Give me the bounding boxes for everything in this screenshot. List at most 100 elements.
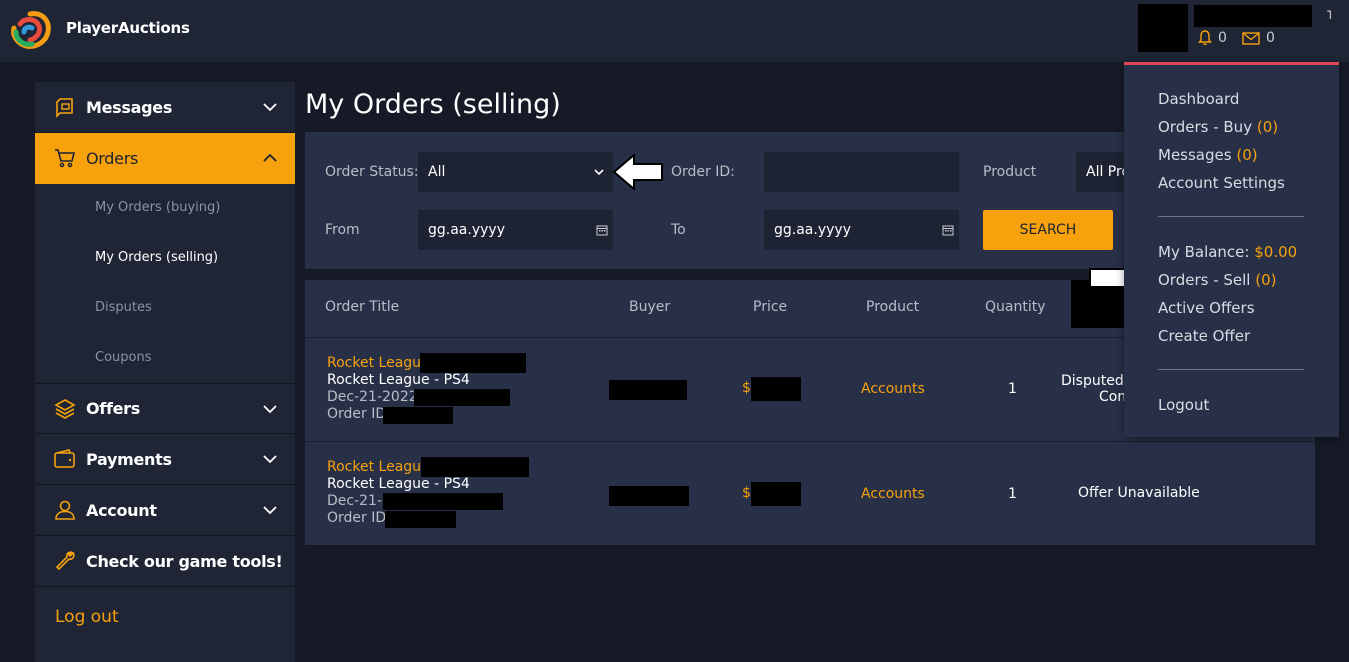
product-value: All Pro [1086, 164, 1124, 180]
to-date-input[interactable]: gg.aa.yyyy [764, 210, 959, 250]
mail-icon [1242, 31, 1260, 45]
to-label: To [671, 222, 686, 238]
column-header-quantity: Quantity [985, 299, 1046, 315]
price-prefix: $ [742, 485, 751, 501]
menu-caret-icon[interactable]: ˥ [1326, 8, 1332, 22]
menu-divider [1158, 216, 1304, 217]
menu-item-messages[interactable]: Messages (0) [1158, 146, 1258, 164]
sidebar-item-offers[interactable]: Offers [35, 383, 295, 434]
notification-count: 0 [1218, 30, 1227, 46]
username[interactable] [1194, 5, 1312, 27]
orders-sell-count: (0) [1255, 271, 1277, 289]
order-subtitle: Rocket League - PS4 [327, 372, 470, 388]
sidebar-item-label: Check our game tools! [86, 551, 283, 571]
product-select[interactable]: All Pro [1076, 152, 1124, 192]
calendar-icon[interactable] [942, 224, 954, 236]
cart-icon [55, 149, 76, 168]
menu-item-logout[interactable]: Logout [1158, 396, 1209, 414]
sidebar-subitem-coupons[interactable]: Coupons [95, 350, 152, 365]
search-button[interactable]: SEARCH [983, 210, 1113, 250]
bell-icon [1198, 30, 1212, 46]
redacted-order-id [385, 511, 456, 528]
order-title-link[interactable]: Rocket League [327, 459, 430, 476]
sidebar-subitem-my-orders-buying[interactable]: My Orders (buying) [95, 200, 220, 215]
user-icon [55, 500, 75, 520]
brand-logo-icon[interactable] [10, 10, 52, 50]
column-header-order-title: Order Title [325, 299, 400, 315]
sidebar-item-game-tools[interactable]: Check our game tools! [35, 536, 295, 587]
sidebar-logout-link[interactable]: Log out [55, 607, 119, 627]
from-date-input[interactable]: gg.aa.yyyy [418, 210, 613, 250]
menu-item-dashboard[interactable]: Dashboard [1158, 90, 1239, 108]
chevron-down-icon [263, 103, 277, 112]
chevron-down-icon [594, 169, 604, 176]
calendar-icon[interactable] [596, 224, 608, 236]
sidebar: Messages Orders My Orders (buying) My Or… [35, 82, 295, 662]
column-header-product: Product [866, 299, 920, 315]
order-date: Dec-21- [327, 493, 383, 509]
column-header-buyer: Buyer [629, 299, 671, 315]
from-date-value: gg.aa.yyyy [428, 222, 505, 238]
order-status-value: All [428, 164, 446, 180]
avatar[interactable] [1138, 4, 1188, 52]
table-row: Rocket League Rocket League - PS4 Dec-21… [305, 441, 1315, 544]
page-title: My Orders (selling) [305, 89, 561, 120]
balance-value: $0.00 [1254, 243, 1298, 261]
user-menu-dropdown: Dashboard Orders - Buy (0) Messages (0) … [1124, 62, 1339, 437]
order-id-label: Order ID: [671, 164, 735, 180]
sidebar-item-payments[interactable]: Payments [35, 434, 295, 485]
sidebar-item-orders[interactable]: Orders [35, 133, 295, 184]
order-subtitle: Rocket League - PS4 [327, 476, 470, 492]
sidebar-item-label: Payments [86, 449, 172, 469]
menu-item-balance[interactable]: My Balance: $0.00 [1158, 243, 1297, 261]
product-link[interactable]: Accounts [861, 381, 925, 397]
menu-item-orders-sell[interactable]: Orders - Sell (0) [1158, 271, 1277, 289]
top-bar: PlayerAuctions ˥ 0 0 [0, 0, 1349, 62]
menu-item-label: Messages [1158, 146, 1232, 164]
layers-icon [54, 399, 76, 419]
redacted-title [420, 353, 526, 373]
order-id-input[interactable] [764, 152, 959, 192]
to-date-value: gg.aa.yyyy [774, 222, 851, 238]
chevron-down-icon [263, 506, 277, 515]
sidebar-item-messages[interactable]: Messages [35, 82, 295, 133]
menu-item-account-settings[interactable]: Account Settings [1158, 174, 1285, 192]
redacted-buyer [609, 486, 689, 506]
chevron-up-icon [263, 153, 277, 162]
status-text: Offer Unavailable [1078, 485, 1200, 501]
menu-item-label: Orders - Sell [1158, 271, 1251, 289]
wallet-icon [54, 449, 75, 468]
product-label: Product [983, 164, 1037, 180]
quantity: 1 [1008, 486, 1017, 502]
orders-buy-count: (0) [1256, 118, 1279, 136]
annotation-arrow-left-icon [612, 152, 663, 192]
redacted-date [414, 389, 510, 406]
status-text: Disputed [1061, 373, 1124, 389]
menu-item-create-offer[interactable]: Create Offer [1158, 327, 1250, 345]
sidebar-item-label: Offers [86, 399, 140, 418]
mail-button[interactable]: 0 [1242, 30, 1275, 46]
brand-name[interactable]: PlayerAuctions [66, 19, 190, 37]
column-header-price: Price [753, 299, 788, 315]
redacted-buyer [609, 380, 687, 400]
sidebar-subitem-my-orders-selling[interactable]: My Orders (selling) [95, 250, 218, 265]
redacted-title [421, 457, 529, 477]
redacted-date [383, 493, 503, 510]
menu-item-orders-buy[interactable]: Orders - Buy (0) [1158, 118, 1278, 136]
chevron-down-icon [263, 405, 277, 414]
order-status-select[interactable]: All [418, 152, 613, 192]
quantity: 1 [1008, 381, 1017, 397]
notifications-button[interactable]: 0 [1198, 30, 1227, 46]
sidebar-item-label: Account [86, 500, 157, 520]
sidebar-item-account[interactable]: Account [35, 485, 295, 536]
product-link[interactable]: Accounts [861, 486, 925, 502]
sidebar-item-label: Orders [86, 148, 139, 168]
order-title-link[interactable]: Rocket League [327, 355, 430, 372]
redacted-price [751, 482, 801, 506]
menu-item-active-offers[interactable]: Active Offers [1158, 299, 1255, 317]
sidebar-subitem-disputes[interactable]: Disputes [95, 300, 152, 315]
menu-item-label: My Balance: [1158, 243, 1250, 261]
menu-item-label: Orders - Buy [1158, 118, 1253, 136]
redacted-order-id [383, 407, 453, 424]
sidebar-item-label: Messages [86, 97, 173, 117]
